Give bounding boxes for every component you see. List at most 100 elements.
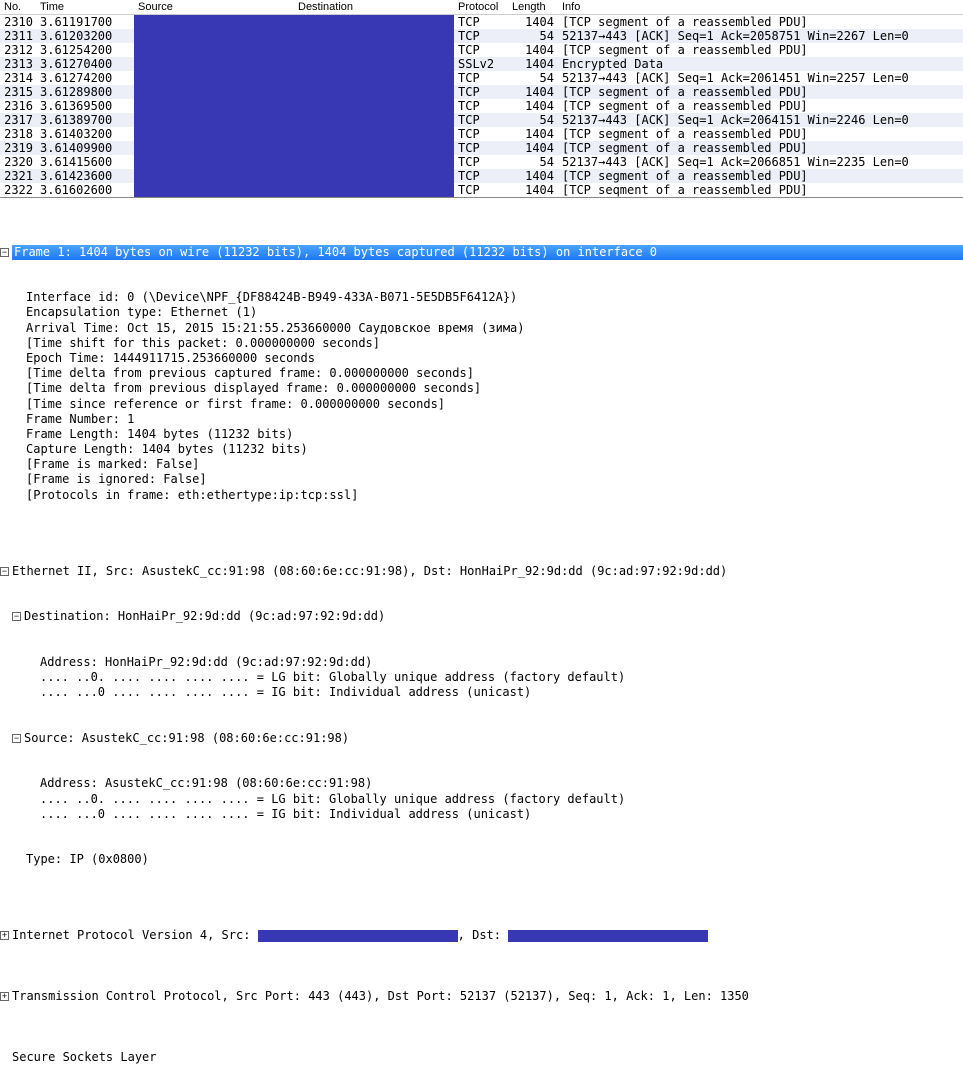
tree-leaf: [Time since reference or first frame: 0.… xyxy=(0,397,963,412)
packet-row[interactable]: 23143.61274200TCP5452137→443 [ACK] Seq=1… xyxy=(0,71,963,85)
ethernet-summary: Ethernet II, Src: AsustekC_cc:91:98 (08:… xyxy=(12,564,727,579)
packet-row[interactable]: 23223.61602600TCP1404[TCP seqment of a r… xyxy=(0,183,963,197)
cell-no: 2319 xyxy=(0,141,36,155)
cell-destination-redacted xyxy=(294,113,454,127)
cell-time: 3.61369500 xyxy=(36,99,134,113)
cell-source-redacted xyxy=(134,57,294,71)
cell-source-redacted xyxy=(134,71,294,85)
tree-frame[interactable]: − Frame 1: 1404 bytes on wire (11232 bit… xyxy=(0,245,963,260)
tree-tcp[interactable]: + Transmission Control Protocol, Src Por… xyxy=(0,989,963,1004)
cell-no: 2315 xyxy=(0,85,36,99)
cell-info: 52137→443 [ACK] Seq=1 Ack=2066851 Win=22… xyxy=(558,155,963,169)
packet-row[interactable]: 23103.61191700TCP1404[TCP segment of a r… xyxy=(0,15,963,29)
packet-details-tree: − Frame 1: 1404 bytes on wire (11232 bit… xyxy=(0,197,963,1080)
collapse-icon[interactable]: − xyxy=(0,248,9,257)
cell-no: 2314 xyxy=(0,71,36,85)
cell-length: 1404 xyxy=(508,57,558,71)
cell-length: 1404 xyxy=(508,169,558,183)
cell-source-redacted xyxy=(134,113,294,127)
packet-row[interactable]: 23173.61389700TCP5452137→443 [ACK] Seq=1… xyxy=(0,113,963,127)
tree-leaf: Address: HonHaiPr_92:9d:dd (9c:ad:97:92:… xyxy=(0,655,963,670)
col-source[interactable]: Source xyxy=(134,0,294,14)
expand-icon[interactable]: + xyxy=(0,992,9,1001)
cell-info: 52137→443 [ACK] Seq=1 Ack=2058751 Win=22… xyxy=(558,29,963,43)
redacted-src-ip xyxy=(258,930,458,942)
cell-source-redacted xyxy=(134,141,294,155)
redacted-dst-ip xyxy=(508,930,708,942)
collapse-icon[interactable]: − xyxy=(12,734,21,743)
tree-ethernet[interactable]: − Ethernet II, Src: AsustekC_cc:91:98 (0… xyxy=(0,564,963,579)
cell-time: 3.61191700 xyxy=(36,15,134,29)
col-info[interactable]: Info xyxy=(558,0,963,14)
cell-info: [TCP segment of a reassembled PDU] xyxy=(558,85,963,99)
cell-source-redacted xyxy=(134,15,294,29)
cell-info: 52137→443 [ACK] Seq=1 Ack=2061451 Win=22… xyxy=(558,71,963,85)
cell-protocol: TCP xyxy=(454,99,508,113)
cell-time: 3.61203200 xyxy=(36,29,134,43)
tree-leaf: .... ..0. .... .... .... .... = LG bit: … xyxy=(0,792,963,807)
tree-eth-type: Type: IP (0x0800) xyxy=(0,852,963,867)
cell-no: 2311 xyxy=(0,29,36,43)
cell-source-redacted xyxy=(134,169,294,183)
cell-protocol: TCP xyxy=(454,113,508,127)
cell-length: 54 xyxy=(508,29,558,43)
eth-type: Type: IP (0x0800) xyxy=(26,852,149,867)
cell-destination-redacted xyxy=(294,99,454,113)
cell-protocol: TCP xyxy=(454,155,508,169)
tree-leaf: [Frame is ignored: False] xyxy=(0,472,963,487)
cell-info: 52137→443 [ACK] Seq=1 Ack=2064151 Win=22… xyxy=(558,113,963,127)
cell-no: 2312 xyxy=(0,43,36,57)
cell-time: 3.61423600 xyxy=(36,169,134,183)
col-destination[interactable]: Destination xyxy=(294,0,454,14)
cell-destination-redacted xyxy=(294,29,454,43)
cell-length: 1404 xyxy=(508,15,558,29)
cell-time: 3.61274200 xyxy=(36,71,134,85)
cell-source-redacted xyxy=(134,85,294,99)
tree-leaf: [Time delta from previous captured frame… xyxy=(0,366,963,381)
frame-summary[interactable]: Frame 1: 1404 bytes on wire (11232 bits)… xyxy=(12,245,963,260)
collapse-icon[interactable]: − xyxy=(0,567,9,576)
cell-destination-redacted xyxy=(294,155,454,169)
packet-row[interactable]: 23203.61415600TCP5452137→443 [ACK] Seq=1… xyxy=(0,155,963,169)
cell-info: [TCP segment of a reassembled PDU] xyxy=(558,141,963,155)
packet-row[interactable]: 23183.61403200TCP1404[TCP segment of a r… xyxy=(0,127,963,141)
cell-no: 2321 xyxy=(0,169,36,183)
cell-protocol: TCP xyxy=(454,141,508,155)
tree-ip[interactable]: + Internet Protocol Version 4, Src: , Ds… xyxy=(0,928,963,943)
cell-length: 1404 xyxy=(508,99,558,113)
expand-icon[interactable]: + xyxy=(0,931,9,940)
cell-no: 2322 xyxy=(0,183,36,197)
packet-row[interactable]: 23133.61270400SSLv21404Encrypted Data xyxy=(0,57,963,71)
tree-leaf: [Time shift for this packet: 0.000000000… xyxy=(0,336,963,351)
packet-row[interactable]: 23163.61369500TCP1404[TCP segment of a r… xyxy=(0,99,963,113)
packet-row[interactable]: 23193.61409900TCP1404[TCP segment of a r… xyxy=(0,141,963,155)
col-no[interactable]: No. xyxy=(0,0,36,14)
tree-leaf: [Time delta from previous displayed fram… xyxy=(0,381,963,396)
tree-leaf: Frame Length: 1404 bytes (11232 bits) xyxy=(0,427,963,442)
eth-dst-summary: Destination: HonHaiPr_92:9d:dd (9c:ad:97… xyxy=(24,609,385,624)
cell-destination-redacted xyxy=(294,169,454,183)
col-length[interactable]: Length xyxy=(508,0,558,14)
tree-leaf: Arrival Time: Oct 15, 2015 15:21:55.2536… xyxy=(0,321,963,336)
cell-time: 3.61403200 xyxy=(36,127,134,141)
cell-destination-redacted xyxy=(294,71,454,85)
cell-destination-redacted xyxy=(294,15,454,29)
packet-row[interactable]: 23113.61203200TCP5452137→443 [ACK] Seq=1… xyxy=(0,29,963,43)
packet-row[interactable]: 23153.61289800TCP1404[TCP segment of a r… xyxy=(0,85,963,99)
col-protocol[interactable]: Protocol xyxy=(454,0,508,14)
collapse-icon[interactable]: − xyxy=(12,612,21,621)
col-time[interactable]: Time xyxy=(36,0,134,14)
tree-eth-src[interactable]: − Source: AsustekC_cc:91:98 (08:60:6e:cc… xyxy=(0,731,963,746)
cell-destination-redacted xyxy=(294,85,454,99)
tree-ssl[interactable]: Secure Sockets Layer xyxy=(0,1050,963,1065)
cell-protocol: SSLv2 xyxy=(454,57,508,71)
tree-leaf: Frame Number: 1 xyxy=(0,412,963,427)
cell-source-redacted xyxy=(134,99,294,113)
cell-info: [TCP segment of a reassembled PDU] xyxy=(558,169,963,183)
cell-time: 3.61254200 xyxy=(36,43,134,57)
packet-row[interactable]: 23213.61423600TCP1404[TCP segment of a r… xyxy=(0,169,963,183)
cell-length: 54 xyxy=(508,113,558,127)
cell-no: 2310 xyxy=(0,15,36,29)
packet-row[interactable]: 23123.61254200TCP1404[TCP segment of a r… xyxy=(0,43,963,57)
tree-eth-dst[interactable]: − Destination: HonHaiPr_92:9d:dd (9c:ad:… xyxy=(0,609,963,624)
